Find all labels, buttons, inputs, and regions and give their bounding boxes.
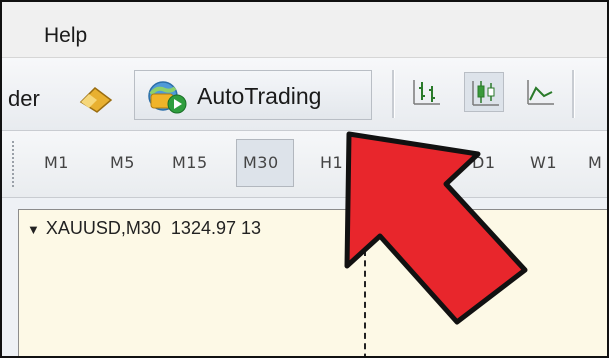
timeframe-m1[interactable]: M1 [44,153,69,172]
timeframe-m30[interactable]: M30 [243,153,279,172]
timeframe-m5[interactable]: M5 [110,153,135,172]
toolbar-separator [392,70,395,118]
timeframe-mn[interactable]: M [588,153,602,172]
chart-low-price: 77 [391,218,412,238]
main-toolbar: der AutoTrading [2,58,607,131]
toolbar-separator [572,70,575,118]
timeframe-toolbar: M1 M5 M15 M30 H1 D1 W1 M [2,131,607,198]
toolbar-grip[interactable] [12,141,17,187]
toolbar-partial-label[interactable]: der [8,86,40,112]
terminal-window: Help der AutoTrading M1 M5 M15 M30 H1 D1… [0,0,609,358]
line-chart-button[interactable] [520,72,560,112]
chart-symbol: XAUUSD,M30 [45,218,161,238]
bar-chart-icon [413,80,440,105]
autotrading-button[interactable]: AutoTrading [134,70,372,120]
chart-crosshair-line [364,250,366,356]
chart-close-price: 1323.18 [416,218,482,238]
timeframe-w1[interactable]: W1 [530,153,557,172]
timeframe-d1[interactable]: D1 [472,153,496,172]
timeframe-m15[interactable]: M15 [172,153,208,172]
autotrading-icon [143,80,191,119]
chart-open-price: 1324.97 [170,218,236,238]
candlestick-chart-button[interactable] [464,72,504,112]
autotrading-label: AutoTrading [197,83,322,109]
timeframe-h1[interactable]: H1 [320,153,343,172]
chart-header: ▼ XAUUSD,M30 1324.97 13 77 1323.18 [27,218,481,239]
candlestick-chart-icon [472,81,499,106]
eraser-icon[interactable] [77,84,117,119]
bar-chart-button[interactable] [406,72,446,112]
line-chart-icon [527,80,554,105]
menu-bar: Help [2,2,607,58]
chart-high-price: 13 [241,218,262,238]
collapse-triangle-icon[interactable]: ▼ [27,222,40,237]
chart-window[interactable]: ▼ XAUUSD,M30 1324.97 13 77 1323.18 [18,209,607,356]
menu-help[interactable]: Help [44,24,87,48]
